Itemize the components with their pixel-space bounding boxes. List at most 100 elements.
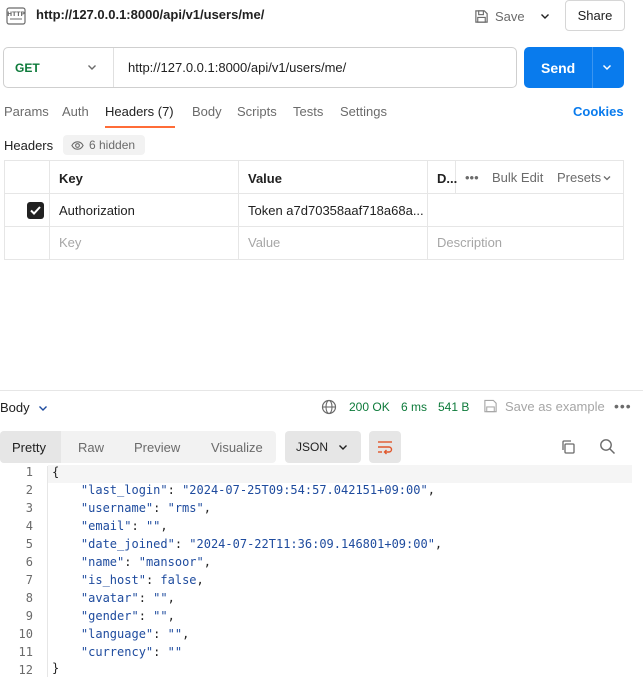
tab-body[interactable]: Body [192,104,222,119]
header-enabled-checkbox[interactable] [27,202,44,219]
cookies-link[interactable]: Cookies [573,104,624,119]
view-preview[interactable]: Preview [134,440,180,455]
json-line: "username": "rms", [80,501,211,515]
column-header-value: Value [248,171,282,186]
save-label: Save [495,8,525,24]
http-request-icon: HTTP [6,7,26,25]
response-body-label[interactable]: Body [0,400,30,415]
active-tab-indicator [105,126,175,128]
json-key: "avatar" [80,591,139,605]
chevron-down-icon[interactable] [337,441,349,453]
json-value: "" [167,645,183,659]
json-line: "email": "", [80,519,168,533]
code-open-brace: { [52,465,60,479]
json-line: "last_login": "2024-07-25T09:54:57.04215… [80,483,435,497]
json-line: "date_joined": "2024-07-22T11:36:09.1468… [80,537,443,551]
chevron-down-icon[interactable] [86,61,98,73]
hidden-headers-toggle[interactable]: 6 hidden [63,135,145,155]
json-key: "date_joined" [80,537,175,551]
json-value: "" [153,609,168,623]
divider [113,48,114,87]
line-number: 11 [18,645,33,659]
chevron-down-icon[interactable] [601,172,613,184]
url-input[interactable]: http://127.0.0.1:8000/api/v1/users/me/ [128,60,346,75]
request-title[interactable]: http://127.0.0.1:8000/api/v1/users/me/ [36,7,264,22]
send-label[interactable]: Send [541,60,575,76]
divider [0,390,643,391]
new-description-input[interactable]: Description [437,235,502,250]
header-value-cell[interactable]: Token a7d70358aaf718a68a... [248,203,424,218]
divider [49,160,50,260]
headers-section-title: Headers [4,138,54,153]
json-value: "" [145,519,161,533]
line-number: 4 [25,519,33,533]
divider [238,160,239,260]
line-number: 12 [18,663,33,677]
search-icon[interactable] [599,438,616,455]
json-value: "2024-07-25T09:54:57.042151+09:00" [182,483,428,497]
json-value: "" [167,627,183,641]
tab-scripts[interactable]: Scripts [237,104,277,119]
more-options-icon[interactable]: ••• [465,170,479,185]
save-button[interactable]: Save [474,1,530,31]
globe-icon[interactable] [321,399,337,415]
chevron-down-icon[interactable] [37,402,49,414]
share-button[interactable]: Share [565,0,625,31]
json-key: "last_login" [80,483,168,497]
active-line-highlight [48,465,632,483]
chevron-down-icon [541,14,549,19]
method-select[interactable]: GET [15,61,40,75]
eye-icon [71,140,84,150]
wrap-lines-icon[interactable] [376,438,394,456]
save-as-example-button[interactable]: Save as example [505,399,605,414]
divider [4,193,624,194]
presets-button[interactable]: Presets [557,170,601,185]
json-key: "name" [80,555,125,569]
view-pretty[interactable]: Pretty [12,440,46,455]
more-options-icon[interactable]: ••• [614,398,632,414]
json-line: "gender": "", [80,609,175,623]
json-key: "username" [80,501,154,515]
save-icon [484,399,497,413]
json-key: "currency" [80,645,154,659]
json-key: "language" [80,627,154,641]
bulk-edit-button[interactable]: Bulk Edit [492,170,543,185]
copy-icon[interactable] [560,439,576,455]
hidden-count: 6 hidden [89,138,136,152]
json-key: "is_host" [80,573,146,587]
new-key-input[interactable]: Key [59,235,81,250]
tab-tests[interactable]: Tests [293,104,323,119]
tab-headers[interactable]: Headers (7) [105,104,174,119]
format-label[interactable]: JSON [296,440,328,454]
new-value-input[interactable]: Value [248,235,280,250]
json-line: "avatar": "", [80,591,175,605]
line-number: 5 [25,537,33,551]
svg-text:HTTP: HTTP [7,11,25,18]
header-key-cell[interactable]: Authorization [59,203,135,218]
response-size[interactable]: 541 B [438,400,469,414]
check-icon [30,206,41,215]
line-number: 3 [25,501,33,515]
tab-settings[interactable]: Settings [340,104,387,119]
json-key: "gender" [80,609,139,623]
view-visualize[interactable]: Visualize [211,440,263,455]
line-number: 6 [25,555,33,569]
json-line: "name": "mansoor", [80,555,211,569]
tab-params[interactable]: Params [4,104,49,119]
gutter-divider [47,466,48,677]
column-header-key: Key [59,171,83,186]
chevron-down-icon[interactable] [600,60,614,74]
response-time[interactable]: 6 ms [401,400,427,414]
json-value: "" [153,591,168,605]
divider [427,160,428,260]
tab-auth[interactable]: Auth [62,104,89,119]
json-value: "rms" [167,501,204,515]
view-raw[interactable]: Raw [78,440,104,455]
save-icon [475,9,488,23]
line-number: 2 [25,483,33,497]
line-number: 10 [18,627,33,641]
status-code[interactable]: 200 OK [349,400,390,414]
line-number: 7 [25,573,33,587]
json-value: false [160,573,197,587]
save-options-button[interactable] [535,1,555,31]
